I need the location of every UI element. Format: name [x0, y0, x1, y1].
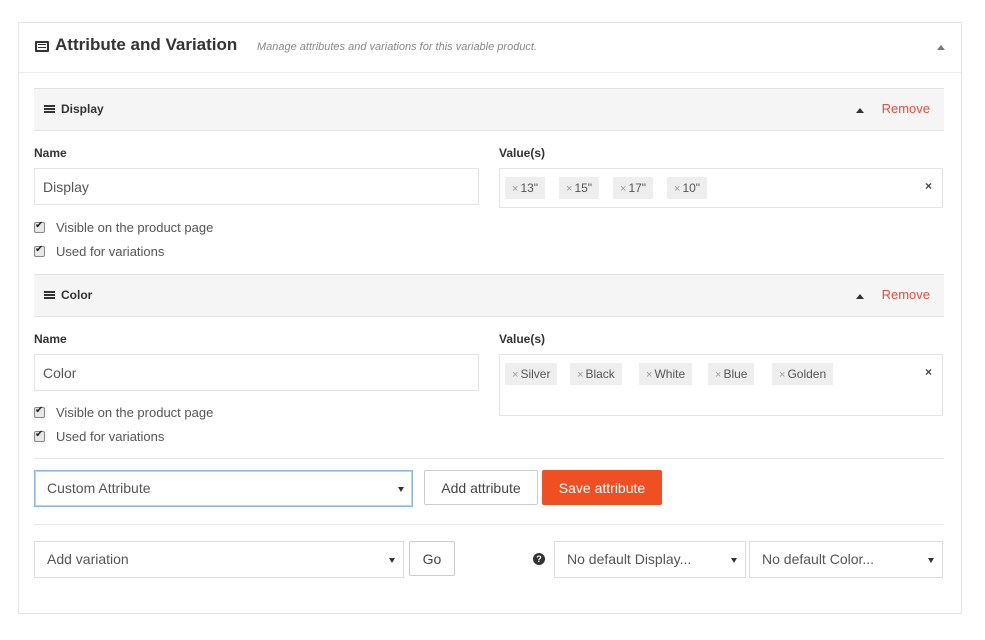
attribute-title: Color [61, 288, 93, 302]
clear-values-icon[interactable]: × [925, 365, 932, 379]
name-label: Name [34, 332, 67, 346]
collapse-panel-icon[interactable] [937, 45, 945, 50]
chevron-down-icon [928, 558, 934, 563]
default-display-value: No default Display... [567, 551, 692, 567]
variations-checkbox[interactable] [34, 244, 45, 257]
attribute-name-input[interactable] [34, 168, 479, 205]
default-color-value: No default Color... [762, 551, 875, 567]
tag-remove-icon[interactable]: × [566, 183, 572, 195]
value-tag[interactable]: × 13" [505, 177, 546, 199]
value-tag[interactable]: × 10" [667, 177, 708, 199]
collapse-attribute-icon[interactable] [856, 294, 864, 299]
value-tag[interactable]: × White [639, 363, 693, 385]
list-alt-icon [35, 41, 49, 52]
attribute-title: Display [61, 102, 104, 116]
go-button[interactable]: Go [409, 541, 455, 576]
value-tag[interactable]: × 17" [613, 177, 654, 199]
remove-attribute-link[interactable]: Remove [882, 287, 930, 302]
attribute-header-color[interactable]: Color Remove [34, 274, 944, 317]
tag-remove-icon[interactable]: × [512, 369, 518, 381]
add-variation-value: Add variation [47, 551, 129, 567]
chevron-down-icon [389, 558, 395, 563]
panel-subtitle: Manage attributes and variations for thi… [257, 41, 538, 53]
name-label: Name [34, 146, 67, 160]
visible-checkbox[interactable] [34, 405, 45, 418]
values-label: Value(s) [499, 146, 546, 160]
tag-remove-icon[interactable]: × [674, 183, 680, 195]
visible-label: Visible on the product page [56, 220, 214, 235]
visible-label: Visible on the product page [56, 405, 214, 420]
variations-label: Used for variations [56, 429, 165, 444]
divider [34, 458, 944, 459]
chevron-down-icon [398, 487, 404, 492]
add-attribute-button[interactable]: Add attribute [424, 470, 538, 505]
tag-remove-icon[interactable]: × [577, 369, 583, 381]
default-color-select[interactable]: No default Color... [749, 541, 943, 578]
attribute-type-select[interactable]: Custom Attribute [34, 470, 413, 507]
value-tag[interactable]: × Black [570, 363, 622, 385]
save-attribute-button[interactable]: Save attribute [542, 470, 662, 505]
collapse-attribute-icon[interactable] [856, 108, 864, 113]
tag-remove-icon[interactable]: × [512, 183, 518, 195]
attribute-values-field[interactable]: × Silver × Black × White × Blue × Golden × [499, 354, 943, 416]
value-tag[interactable]: × 15" [559, 177, 600, 199]
help-icon[interactable]: ? [533, 553, 545, 565]
visible-checkbox[interactable] [34, 220, 45, 233]
attribute-name-input[interactable] [34, 354, 479, 391]
tag-remove-icon[interactable]: × [620, 183, 626, 195]
variations-label: Used for variations [56, 244, 165, 259]
add-variation-select[interactable]: Add variation [34, 541, 404, 578]
drag-handle-icon[interactable] [44, 291, 55, 299]
values-label: Value(s) [499, 332, 546, 346]
attribute-header-display[interactable]: Display Remove [34, 88, 944, 131]
clear-values-icon[interactable]: × [925, 179, 932, 193]
attribute-type-value: Custom Attribute [47, 480, 151, 496]
value-tag[interactable]: × Golden [772, 363, 834, 385]
tag-remove-icon[interactable]: × [779, 369, 785, 381]
value-tag[interactable]: × Blue [708, 363, 755, 385]
panel-header: Attribute and Variation Manage attribute… [19, 23, 961, 73]
panel-title: Attribute and Variation [55, 35, 238, 54]
tag-remove-icon[interactable]: × [715, 369, 721, 381]
divider [34, 524, 944, 525]
drag-handle-icon[interactable] [44, 105, 55, 113]
variations-checkbox[interactable] [34, 429, 45, 442]
tag-remove-icon[interactable]: × [646, 369, 652, 381]
attribute-values-field[interactable]: × 13" × 15" × 17" × 10" × [499, 168, 943, 208]
remove-attribute-link[interactable]: Remove [882, 101, 930, 116]
default-display-select[interactable]: No default Display... [554, 541, 746, 578]
value-tag[interactable]: × Silver [505, 363, 558, 385]
chevron-down-icon [731, 558, 737, 563]
